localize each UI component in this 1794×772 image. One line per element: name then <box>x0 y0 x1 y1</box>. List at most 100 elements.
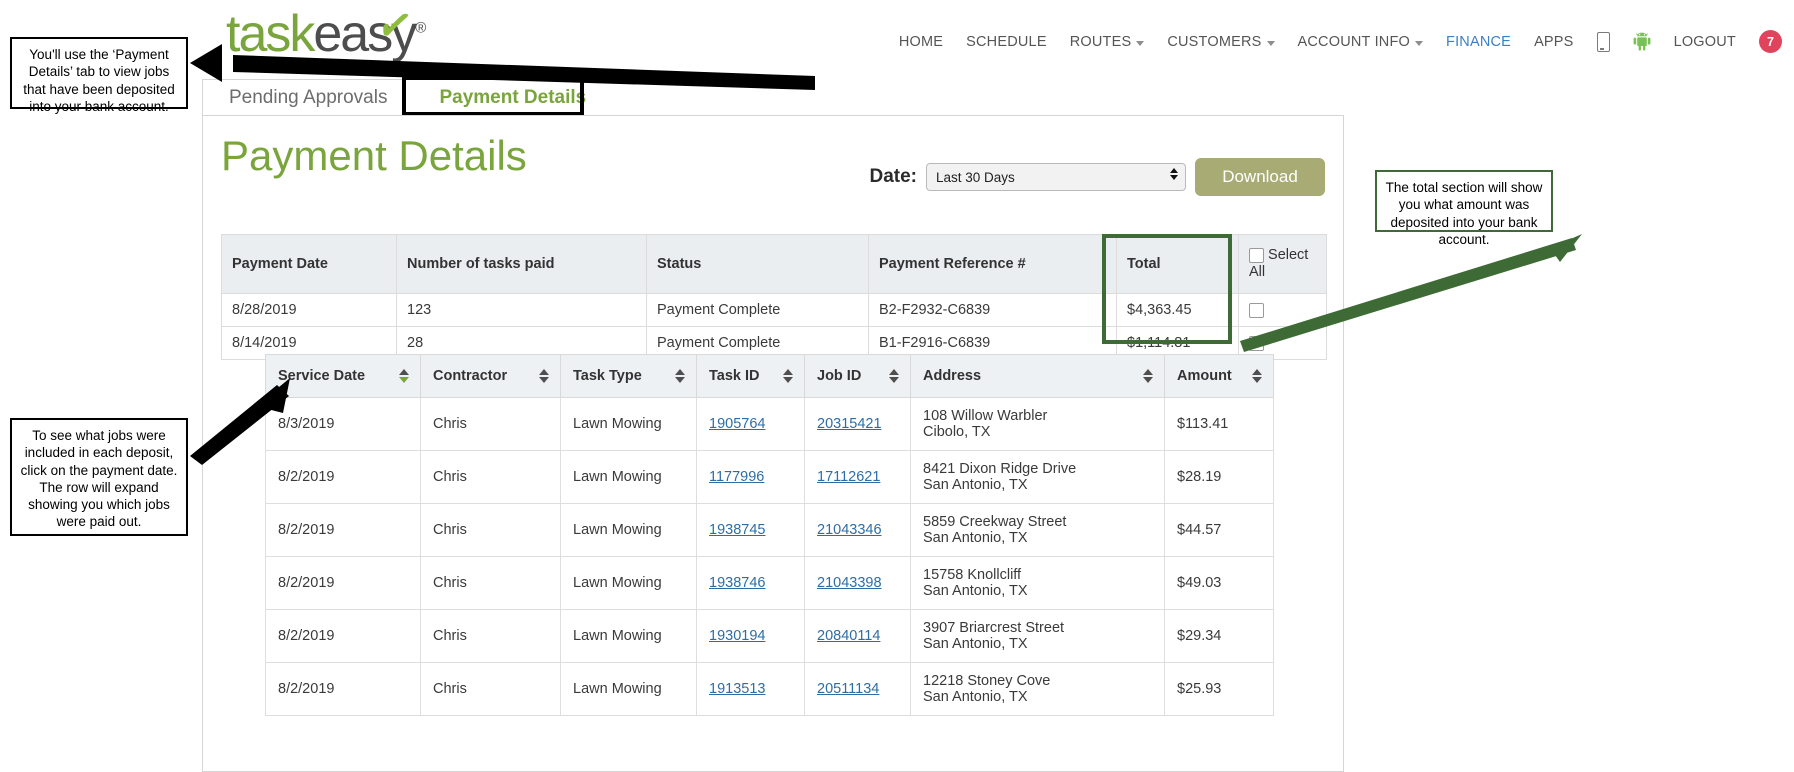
address-line-1: 8421 Dixon Ridge Drive <box>923 461 1077 477</box>
sort-icon[interactable] <box>1143 369 1153 383</box>
nav-item-account-info[interactable]: ACCOUNT INFO <box>1298 34 1424 50</box>
task-id-link[interactable]: 1913513 <box>709 681 765 697</box>
cell-payment-date[interactable]: 8/28/2019 <box>221 292 397 327</box>
cell-job-id: 20315421 <box>804 397 911 451</box>
task-id-link[interactable]: 1930194 <box>709 628 765 644</box>
col-number-of-tasks-paid[interactable]: Number of tasks paid <box>396 234 647 294</box>
cell-task-type: Lawn Mowing <box>560 662 697 716</box>
date-range-select[interactable]: Last 30 Days <box>926 163 1186 191</box>
cell-service-date: 8/2/2019 <box>265 609 421 663</box>
callout-payment-details-tab: You'll use the ‘Payment Details’ tab to … <box>10 37 188 114</box>
nav-item-logout[interactable]: LOGOUT <box>1674 34 1736 50</box>
sort-icon[interactable] <box>399 369 409 383</box>
sort-icon[interactable] <box>1252 369 1262 383</box>
table-row[interactable]: 8/2/2019 Chris Lawn Mowing 1913513 20511… <box>265 662 1274 716</box>
col-amount[interactable]: Amount <box>1164 354 1274 398</box>
table-row[interactable]: 8/2/2019 Chris Lawn Mowing 1930194 20840… <box>265 609 1274 663</box>
address-line-1: 3907 Briarcrest Street <box>923 620 1065 636</box>
task-id-link[interactable]: 1938745 <box>709 522 765 538</box>
job-id-link[interactable]: 20315421 <box>817 416 882 432</box>
table-row[interactable]: 8/2/2019 Chris Lawn Mowing 1938745 21043… <box>265 503 1274 557</box>
table-row[interactable]: 8/28/2019 123 Payment Complete B2-F2932-… <box>221 292 1327 327</box>
tab-pending-approvals[interactable]: Pending Approvals <box>202 79 415 116</box>
cell-address: 5859 Creekway Street San Antonio, TX <box>910 503 1165 557</box>
job-id-link[interactable]: 17112621 <box>817 469 880 485</box>
sort-icon[interactable] <box>889 369 899 383</box>
main-navigation: HOME SCHEDULE ROUTES CUSTOMERS ACCOUNT I… <box>899 30 1782 53</box>
nav-item-apps[interactable]: APPS <box>1534 34 1574 50</box>
nav-item-home[interactable]: HOME <box>899 34 943 50</box>
cell-task-type: Lawn Mowing <box>560 609 697 663</box>
sort-icon[interactable] <box>539 369 549 383</box>
col-job-id[interactable]: Job ID <box>804 354 911 398</box>
select-stepper-icon <box>1170 168 1178 180</box>
nav-item-finance[interactable]: FINANCE <box>1446 34 1511 50</box>
col-label: Amount <box>1177 368 1232 384</box>
table-row[interactable]: 8/3/2019 Chris Lawn Mowing 1905764 20315… <box>265 397 1274 451</box>
col-address[interactable]: Address <box>910 354 1165 398</box>
table-row[interactable]: 8/2/2019 Chris Lawn Mowing 1177996 17112… <box>265 450 1274 504</box>
cell-address: 8421 Dixon Ridge Drive San Antonio, TX <box>910 450 1165 504</box>
cell-contractor: Chris <box>420 503 561 557</box>
select-all-checkbox[interactable] <box>1249 247 1264 263</box>
col-select-all: Select All <box>1238 234 1327 294</box>
cell-service-date: 8/2/2019 <box>265 662 421 716</box>
nav-item-routes[interactable]: ROUTES <box>1070 34 1145 50</box>
tab-payment-details[interactable]: Payment Details <box>413 79 613 116</box>
task-id-link[interactable]: 1938746 <box>709 575 765 591</box>
cell-address: 15758 Knollcliff San Antonio, TX <box>910 556 1165 610</box>
date-label: Date: <box>869 166 917 187</box>
cell-amount: $25.93 <box>1164 662 1274 716</box>
cell-address: 12218 Stoney Cove San Antonio, TX <box>910 662 1165 716</box>
col-status[interactable]: Status <box>646 234 869 294</box>
job-id-link[interactable]: 21043398 <box>817 575 882 591</box>
site-header: taskeasy® ✓ HOME SCHEDULE ROUTES CUSTOME… <box>0 0 1794 78</box>
finance-tabs: Pending Approvals Payment Details <box>202 78 613 116</box>
col-payment-reference[interactable]: Payment Reference # <box>868 234 1117 294</box>
page-title: Payment Details <box>221 132 527 179</box>
sort-icon[interactable] <box>783 369 793 383</box>
cell-reference: B2-F2932-C6839 <box>868 292 1117 327</box>
android-icon[interactable] <box>1633 32 1651 51</box>
cell-service-date: 8/2/2019 <box>265 556 421 610</box>
nav-item-schedule[interactable]: SCHEDULE <box>966 34 1047 50</box>
taskeasy-logo[interactable]: taskeasy® ✓ <box>226 0 426 60</box>
col-task-type[interactable]: Task Type <box>560 354 697 398</box>
download-button[interactable]: Download <box>1195 158 1325 196</box>
address-line-1: 15758 Knollcliff <box>923 567 1022 583</box>
job-id-link[interactable]: 20840114 <box>817 628 880 644</box>
job-id-link[interactable]: 21043346 <box>817 522 882 538</box>
cell-task-id: 1938745 <box>696 503 805 557</box>
date-range-value: Last 30 Days <box>936 169 1015 185</box>
col-total[interactable]: Total <box>1116 234 1239 294</box>
cell-status: Payment Complete <box>646 292 869 327</box>
cell-tasks-paid: 123 <box>396 292 647 327</box>
cell-total: $4,363.45 <box>1116 292 1239 327</box>
task-id-link[interactable]: 1177996 <box>709 469 764 485</box>
payment-details-panel: Payment Details Date: Last 30 Days Downl… <box>202 115 1344 772</box>
notification-badge[interactable]: 7 <box>1759 30 1782 53</box>
chevron-down-icon <box>1266 40 1275 46</box>
col-contractor[interactable]: Contractor <box>420 354 561 398</box>
task-id-link[interactable]: 1905764 <box>709 416 765 432</box>
nav-item-customers[interactable]: CUSTOMERS <box>1167 34 1275 50</box>
row-checkbox[interactable] <box>1249 302 1264 318</box>
col-label: Task ID <box>709 368 760 384</box>
col-payment-date[interactable]: Payment Date <box>221 234 397 294</box>
table-row[interactable]: 8/2/2019 Chris Lawn Mowing 1938746 21043… <box>265 556 1274 610</box>
address-line-1: 5859 Creekway Street <box>923 514 1067 530</box>
job-id-link[interactable]: 20511134 <box>817 681 879 697</box>
col-task-id[interactable]: Task ID <box>696 354 805 398</box>
col-label: Job ID <box>817 368 862 384</box>
sort-icon[interactable] <box>675 369 685 383</box>
address-line-2: San Antonio, TX <box>923 530 1028 546</box>
row-checkbox[interactable] <box>1249 335 1264 351</box>
phone-icon[interactable] <box>1596 31 1610 52</box>
nav-label: ACCOUNT INFO <box>1297 33 1411 50</box>
address-line-1: 108 Willow Warbler <box>923 408 1048 424</box>
col-service-date[interactable]: Service Date <box>265 354 421 398</box>
chevron-down-icon <box>1415 40 1424 46</box>
address-line-2: San Antonio, TX <box>923 636 1028 652</box>
cell-address: 3907 Briarcrest Street San Antonio, TX <box>910 609 1165 663</box>
col-label: Task Type <box>573 368 642 384</box>
